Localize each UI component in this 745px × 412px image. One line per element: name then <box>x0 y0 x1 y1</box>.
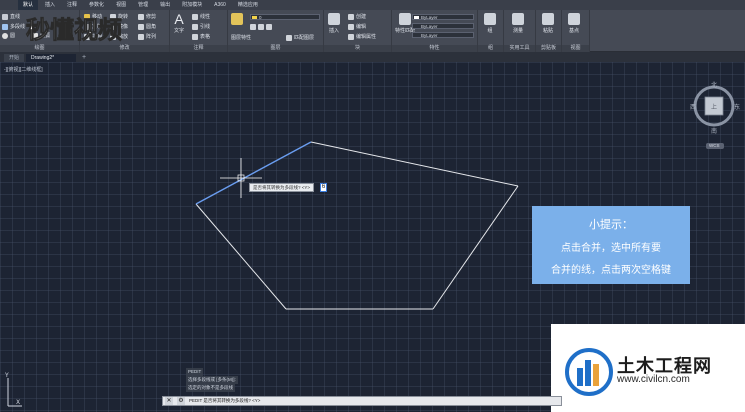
tip-line-1: 点击合并，选中所有要 <box>561 243 661 254</box>
site-logo-icon <box>565 348 613 396</box>
viewcube-ring <box>693 85 735 149</box>
tip-title: 小提示： <box>589 219 633 231</box>
dynamic-input-prompt: 是否将其转换为多段线? <Y> <box>249 183 315 192</box>
history-line-2: 选择多段线或 [多条(M)]: <box>186 376 238 384</box>
history-line-1: PEDIT <box>186 368 204 376</box>
history-line-3: 选定的对象不是多段线 <box>186 384 235 392</box>
dynamic-input-field[interactable]: 6 <box>320 183 327 192</box>
command-history: PEDIT 选择多段线或 [多条(M)]: 选定的对象不是多段线 <box>186 368 238 392</box>
site-url: www.civilcn.com <box>617 374 690 385</box>
edge-right[interactable] <box>432 185 519 310</box>
ucs-y-label: Y <box>4 372 9 379</box>
edge-top-right[interactable] <box>310 141 519 187</box>
edge-left[interactable] <box>195 203 287 310</box>
viewcube-east[interactable]: 东 <box>734 102 740 111</box>
ucs-icon: Y X <box>4 372 22 407</box>
tip-box: 小提示： 点击合并，选中所有要 合并的线，点击两次空格键 <box>532 206 690 284</box>
close-icon[interactable]: ✕ <box>165 397 173 405</box>
tip-line-2: 合并的线，点击两次空格键 <box>551 265 671 276</box>
viewcube-top-face[interactable]: 上 <box>711 102 717 111</box>
viewcube-south[interactable]: 南 <box>711 126 717 135</box>
viewcube-north[interactable]: 北 <box>711 80 717 89</box>
viewcube[interactable]: 北 南 东 西 上 WCS <box>690 80 740 152</box>
wrench-icon[interactable]: ⚙ <box>177 397 185 405</box>
edge-selected[interactable] <box>195 141 312 205</box>
wcs-menu[interactable]: WCS <box>709 143 720 148</box>
command-line[interactable]: ✕ ⚙ PEDIT 是否将其转换为多段线? <Y> <box>162 396 562 406</box>
viewcube-west[interactable]: 西 <box>690 102 696 111</box>
site-watermark: 土木工程网 www.civilcn.com <box>551 324 745 412</box>
ucs-x-label: X <box>16 399 20 406</box>
command-text: PEDIT 是否将其转换为多段线? <Y> <box>189 398 261 403</box>
